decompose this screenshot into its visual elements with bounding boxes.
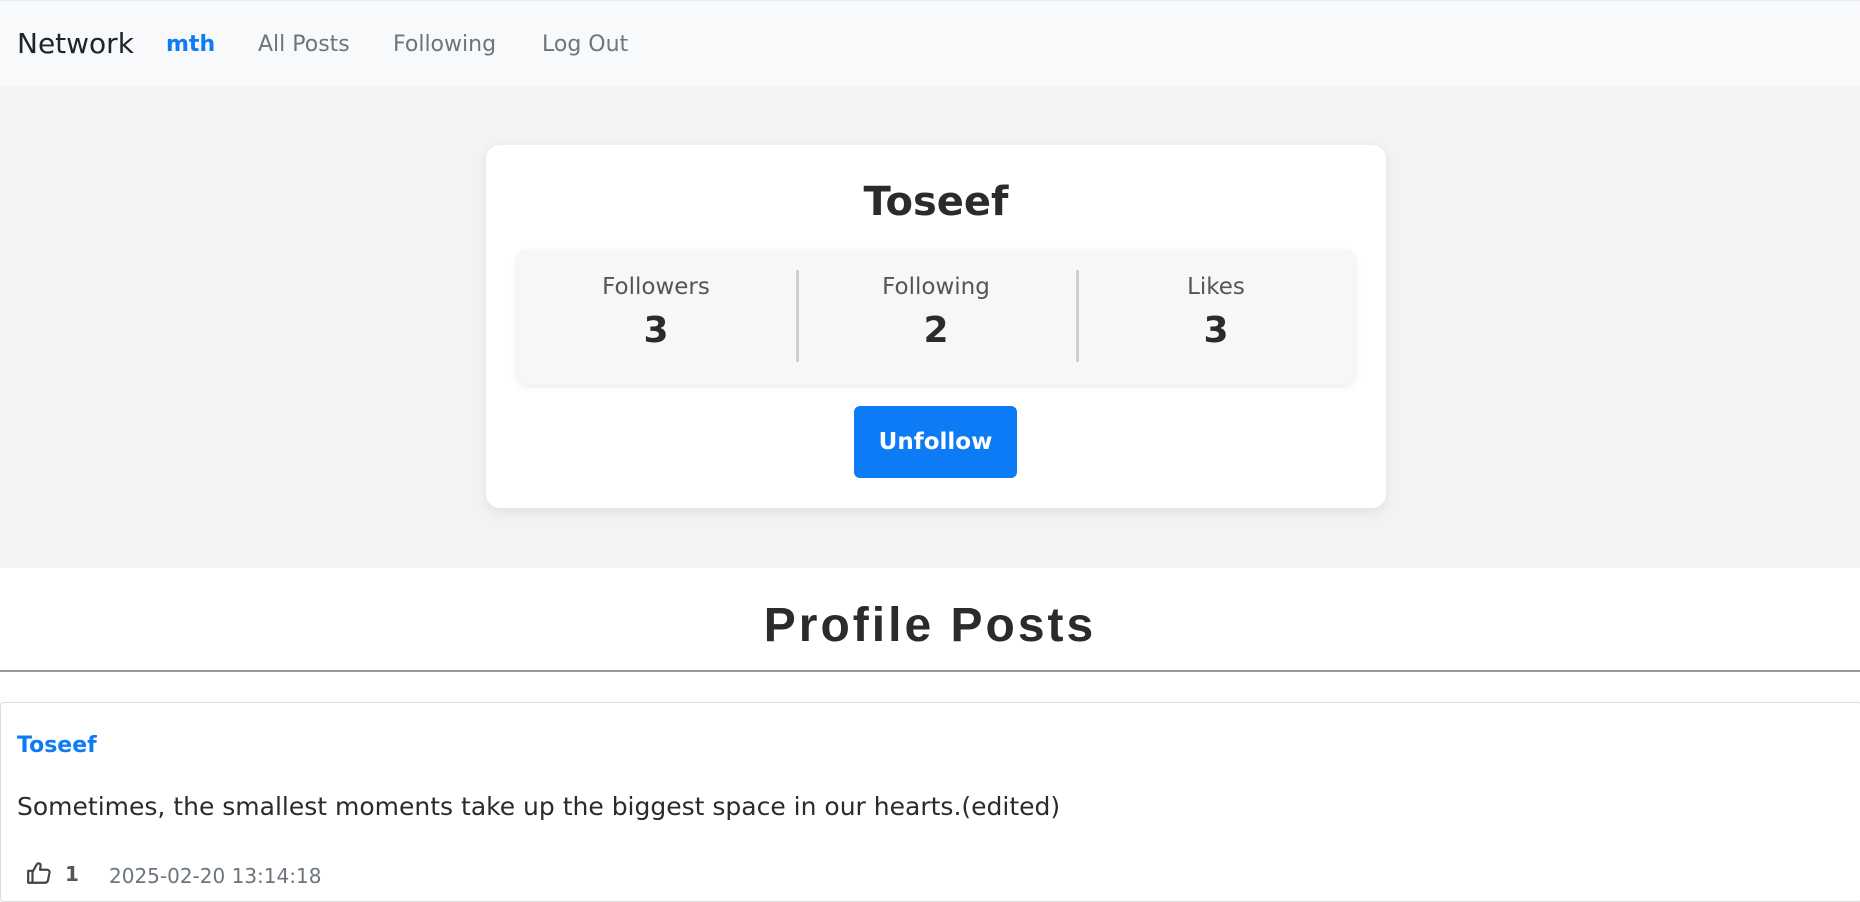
profile-name: Toseef xyxy=(863,179,1009,225)
nav-all-posts-link[interactable]: All Posts xyxy=(258,32,350,57)
navbar: Network mth All Posts Following Log Out xyxy=(0,0,1860,86)
profile-card: Toseef Followers 3 Following 2 Likes 3 U… xyxy=(486,145,1386,508)
brand-link[interactable]: Network xyxy=(17,27,134,60)
section-title: Profile Posts xyxy=(763,599,1097,652)
nav-user-profile-link[interactable]: mth xyxy=(166,32,215,57)
stat-likes-value: 3 xyxy=(1203,310,1229,351)
post-card: Toseef Sometimes, the smallest moments t… xyxy=(0,702,1860,902)
stat-following-label: Following xyxy=(882,274,990,300)
stat-following-value: 2 xyxy=(923,310,949,351)
stat-likes: Likes 3 xyxy=(1076,249,1356,385)
like-count: 1 xyxy=(65,862,79,886)
stat-following: Following 2 xyxy=(796,249,1076,385)
nav-logout-link[interactable]: Log Out xyxy=(542,32,628,57)
profile-section: Toseef Followers 3 Following 2 Likes 3 U… xyxy=(0,86,1860,568)
stat-followers-label: Followers xyxy=(602,274,710,300)
stat-followers-value: 3 xyxy=(643,310,669,351)
unfollow-button[interactable]: Unfollow xyxy=(854,406,1017,478)
post-body: Sometimes, the smallest moments take up … xyxy=(17,792,1061,821)
stat-likes-label: Likes xyxy=(1187,274,1245,300)
post-timestamp: 2025-02-20 13:14:18 xyxy=(109,864,322,888)
like-button[interactable] xyxy=(23,858,55,890)
thumbs-up-icon xyxy=(26,861,52,889)
nav-following-link[interactable]: Following xyxy=(393,32,496,57)
stat-followers: Followers 3 xyxy=(516,249,796,385)
post-author-link[interactable]: Toseef xyxy=(17,733,97,758)
section-divider xyxy=(0,670,1860,672)
profile-stats: Followers 3 Following 2 Likes 3 xyxy=(516,249,1356,385)
